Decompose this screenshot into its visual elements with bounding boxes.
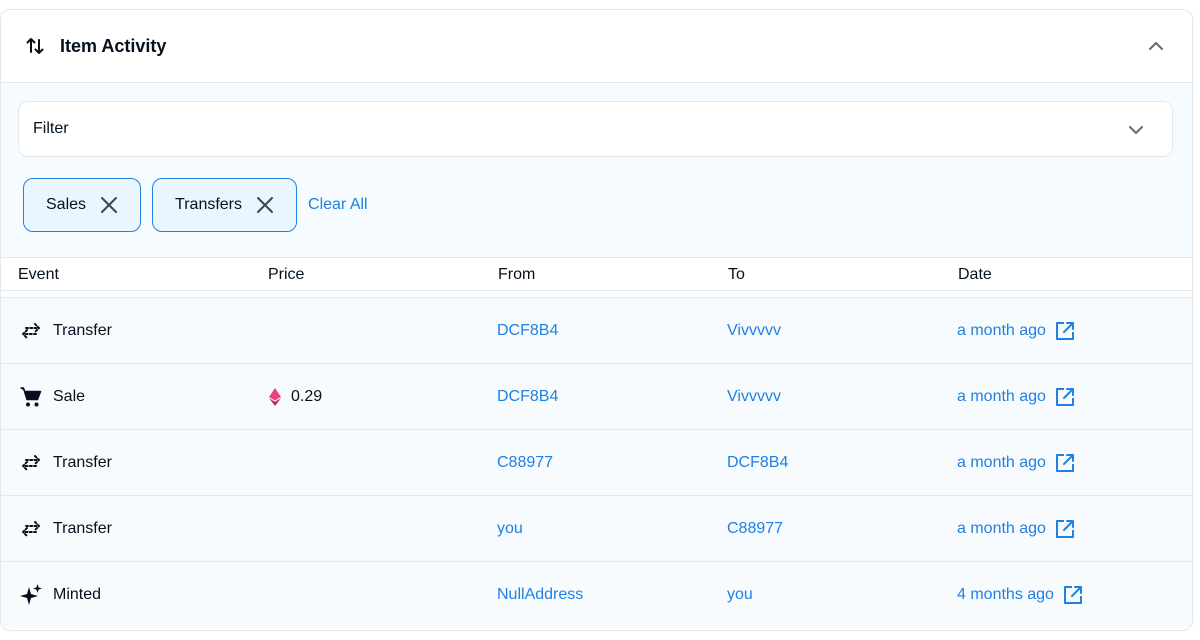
event-label: Transfer bbox=[53, 454, 112, 471]
table-row: Sale 0.29 DCF8B4 Vivvvvv a month ago bbox=[1, 363, 1192, 429]
filter-area: Filter Sales Transfers Clear All bbox=[1, 83, 1192, 257]
filter-dropdown[interactable]: Filter bbox=[18, 101, 1173, 157]
date-cell: a month ago bbox=[957, 364, 1076, 430]
date-cell: 4 months ago bbox=[957, 562, 1084, 628]
column-header-price: Price bbox=[268, 266, 305, 283]
active-filters: Sales Transfers Clear All bbox=[23, 178, 368, 232]
to-link[interactable]: Vivvvvv bbox=[727, 388, 781, 406]
from-cell: C88977 bbox=[497, 430, 553, 496]
from-cell: you bbox=[497, 496, 523, 562]
external-link-icon[interactable] bbox=[1062, 584, 1084, 606]
panel-title: Item Activity bbox=[60, 35, 167, 56]
date-link[interactable]: a month ago bbox=[957, 388, 1046, 406]
activity-table: Transfer DCF8B4 Vivvvvv a month ago Sale… bbox=[1, 297, 1192, 627]
date-cell: a month ago bbox=[957, 298, 1076, 364]
event-label: Minted bbox=[53, 586, 102, 603]
from-link[interactable]: you bbox=[497, 520, 523, 538]
event-label: Transfer bbox=[53, 520, 112, 537]
from-link[interactable]: C88977 bbox=[497, 454, 553, 472]
transfer-icon bbox=[19, 451, 43, 475]
close-icon[interactable] bbox=[98, 194, 120, 216]
to-cell: Vivvvvv bbox=[727, 364, 781, 430]
date-link[interactable]: 4 months ago bbox=[957, 586, 1054, 604]
transfer-icon bbox=[19, 517, 43, 541]
column-header-event: Event bbox=[18, 266, 59, 283]
external-link-icon[interactable] bbox=[1054, 518, 1076, 540]
event-cell: Minted bbox=[19, 562, 101, 628]
date-link[interactable]: a month ago bbox=[957, 322, 1046, 340]
column-header-to: To bbox=[728, 266, 745, 283]
table-row: Transfer DCF8B4 Vivvvvv a month ago bbox=[1, 297, 1192, 363]
from-cell: DCF8B4 bbox=[497, 364, 558, 430]
chevron-up-icon[interactable] bbox=[1146, 36, 1166, 56]
chip-label: Sales bbox=[46, 196, 87, 213]
table-header: Event Price From To Date bbox=[1, 257, 1192, 291]
filter-chip-sales[interactable]: Sales bbox=[23, 178, 142, 232]
price-cell: 0.29 bbox=[269, 364, 322, 430]
to-link[interactable]: C88977 bbox=[727, 520, 783, 538]
event-cell: Sale bbox=[19, 364, 85, 430]
from-link[interactable]: DCF8B4 bbox=[497, 322, 558, 340]
price-value: 0.29 bbox=[291, 388, 323, 405]
transfer-icon bbox=[19, 319, 43, 343]
filter-label: Filter bbox=[33, 120, 69, 137]
to-link[interactable]: you bbox=[727, 586, 753, 604]
clear-all-button[interactable]: Clear All bbox=[308, 196, 368, 214]
to-link[interactable]: Vivvvvv bbox=[727, 322, 781, 340]
panel-header[interactable]: Item Activity bbox=[1, 10, 1192, 83]
external-link-icon[interactable] bbox=[1054, 320, 1076, 342]
chevron-down-icon bbox=[1126, 120, 1146, 140]
from-link[interactable]: DCF8B4 bbox=[497, 388, 558, 406]
external-link-icon[interactable] bbox=[1054, 452, 1076, 474]
sparkle-icon bbox=[19, 583, 43, 607]
table-row: Transfer you C88977 a month ago bbox=[1, 495, 1192, 561]
date-cell: a month ago bbox=[957, 430, 1076, 496]
item-activity-panel: Item Activity Filter Sales Transfers Cle… bbox=[0, 9, 1193, 631]
table-row: Minted NullAddress you 4 months ago bbox=[1, 561, 1192, 627]
close-icon[interactable] bbox=[254, 194, 276, 216]
to-cell: C88977 bbox=[727, 496, 783, 562]
to-cell: DCF8B4 bbox=[727, 430, 788, 496]
date-cell: a month ago bbox=[957, 496, 1076, 562]
to-cell: you bbox=[727, 562, 753, 628]
to-cell: Vivvvvv bbox=[727, 298, 781, 364]
event-label: Transfer bbox=[53, 322, 112, 339]
chip-label: Transfers bbox=[175, 196, 243, 213]
table-row: Transfer C88977 DCF8B4 a month ago bbox=[1, 429, 1192, 495]
event-label: Sale bbox=[53, 388, 86, 405]
swap-vertical-icon bbox=[25, 36, 45, 56]
ethereum-icon bbox=[269, 388, 281, 406]
date-link[interactable]: a month ago bbox=[957, 520, 1046, 538]
cart-icon bbox=[19, 385, 43, 409]
column-header-from: From bbox=[498, 266, 536, 283]
from-link[interactable]: NullAddress bbox=[497, 586, 583, 604]
event-cell: Transfer bbox=[19, 430, 112, 496]
from-cell: DCF8B4 bbox=[497, 298, 558, 364]
column-header-date: Date bbox=[958, 266, 992, 283]
from-cell: NullAddress bbox=[497, 562, 583, 628]
date-link[interactable]: a month ago bbox=[957, 454, 1046, 472]
filter-chip-transfers[interactable]: Transfers bbox=[152, 178, 298, 232]
event-cell: Transfer bbox=[19, 298, 112, 364]
event-cell: Transfer bbox=[19, 496, 112, 562]
to-link[interactable]: DCF8B4 bbox=[727, 454, 788, 472]
external-link-icon[interactable] bbox=[1054, 386, 1076, 408]
